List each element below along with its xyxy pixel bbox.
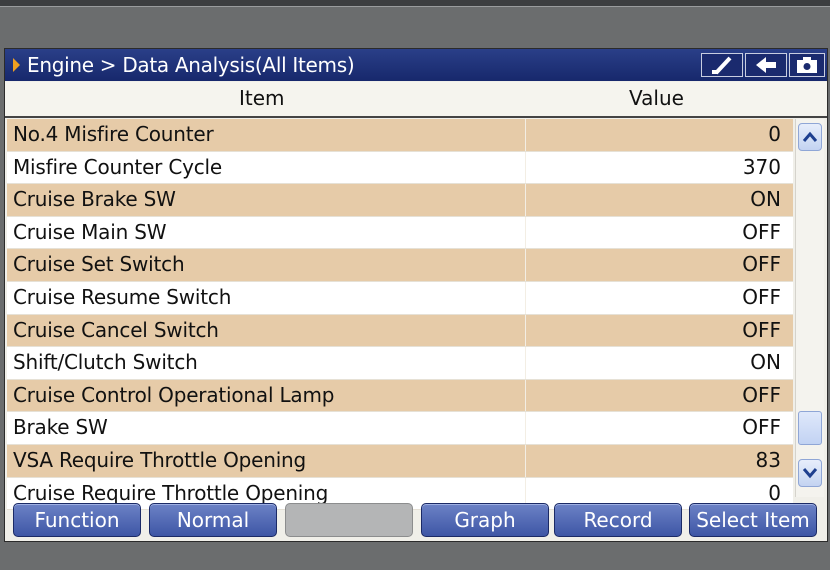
table-row[interactable]: Cruise Brake SW ON — [7, 184, 793, 217]
item-value: OFF — [742, 317, 781, 342]
item-value: 370 — [742, 154, 781, 179]
item-value: OFF — [742, 415, 781, 440]
item-name: Cruise Cancel Switch — [13, 317, 219, 342]
scroll-thumb[interactable] — [798, 411, 822, 445]
function-button-bar: Function Normal Graph Record Select Item — [13, 503, 825, 539]
item-name: No.4 Misfire Counter — [13, 122, 214, 146]
item-value: 83 — [755, 447, 781, 472]
blank-button — [285, 503, 413, 537]
column-header-item: Item — [239, 86, 285, 110]
normal-button[interactable]: Normal — [149, 503, 277, 537]
vertical-scrollbar[interactable] — [795, 119, 824, 497]
table-row[interactable]: Cruise Resume Switch OFF — [7, 281, 793, 315]
table-row[interactable]: Brake SW OFF — [7, 412, 793, 445]
item-name: Cruise Resume Switch — [13, 284, 232, 309]
table-row[interactable]: Shift/Clutch Switch ON — [7, 347, 793, 380]
record-button[interactable]: Record — [554, 503, 682, 537]
item-name: Cruise Main SW — [13, 219, 167, 244]
page-title: Engine > Data Analysis(All Items) — [27, 53, 355, 77]
table-row[interactable]: VSA Require Throttle Opening 83 — [7, 444, 793, 478]
back-button[interactable] — [745, 53, 787, 77]
back-arrow-icon — [756, 57, 776, 73]
item-value: ON — [750, 187, 781, 212]
table-row[interactable]: Misfire Counter Cycle 370 — [7, 151, 793, 185]
column-header: Item Value — [5, 82, 827, 118]
data-table: No.4 Misfire Counter 0 Misfire Counter Cy… — [7, 119, 793, 511]
item-name: Cruise Control Operational Lamp — [13, 382, 335, 407]
screenshot-button[interactable] — [789, 53, 825, 77]
scroll-up-button[interactable] — [798, 123, 822, 151]
top-strip — [0, 0, 830, 7]
table-row[interactable]: Cruise Main SW OFF — [7, 216, 793, 250]
data-analysis-panel: Engine > Data Analysis(All Items) Item V… — [4, 48, 828, 542]
item-value: OFF — [742, 252, 781, 277]
select-item-button[interactable]: Select Item — [689, 503, 817, 537]
item-value: ON — [750, 350, 781, 375]
brush-icon — [712, 56, 732, 75]
item-value: 0 — [768, 122, 781, 146]
title-bar: Engine > Data Analysis(All Items) — [5, 49, 827, 81]
item-name: Misfire Counter Cycle — [13, 154, 223, 179]
breadcrumb-arrow-icon — [13, 58, 20, 72]
item-name: Cruise Set Switch — [13, 252, 185, 277]
item-value: OFF — [742, 219, 781, 244]
scroll-down-button[interactable] — [798, 459, 822, 487]
item-name: Shift/Clutch Switch — [13, 350, 198, 375]
camera-icon — [797, 57, 817, 73]
column-header-value: Value — [629, 86, 684, 110]
item-name: Cruise Require Throttle Opening — [13, 480, 329, 505]
item-value: OFF — [742, 284, 781, 309]
item-name: Cruise Brake SW — [13, 187, 176, 212]
chevron-up-icon — [802, 131, 818, 142]
chevron-down-icon — [802, 468, 818, 479]
item-value: 0 — [768, 480, 781, 505]
table-row[interactable]: Cruise Set Switch OFF — [7, 249, 793, 282]
function-button[interactable]: Function — [13, 503, 141, 537]
table-row[interactable]: Cruise Cancel Switch OFF — [7, 314, 793, 348]
table-row[interactable]: Cruise Control Operational Lamp OFF — [7, 379, 793, 413]
item-value: OFF — [742, 382, 781, 407]
brush-button[interactable] — [701, 53, 743, 77]
item-name: Brake SW — [13, 415, 108, 440]
table-row[interactable]: No.4 Misfire Counter 0 — [7, 119, 793, 152]
item-name: VSA Require Throttle Opening — [13, 447, 307, 472]
graph-button[interactable]: Graph — [421, 503, 549, 537]
